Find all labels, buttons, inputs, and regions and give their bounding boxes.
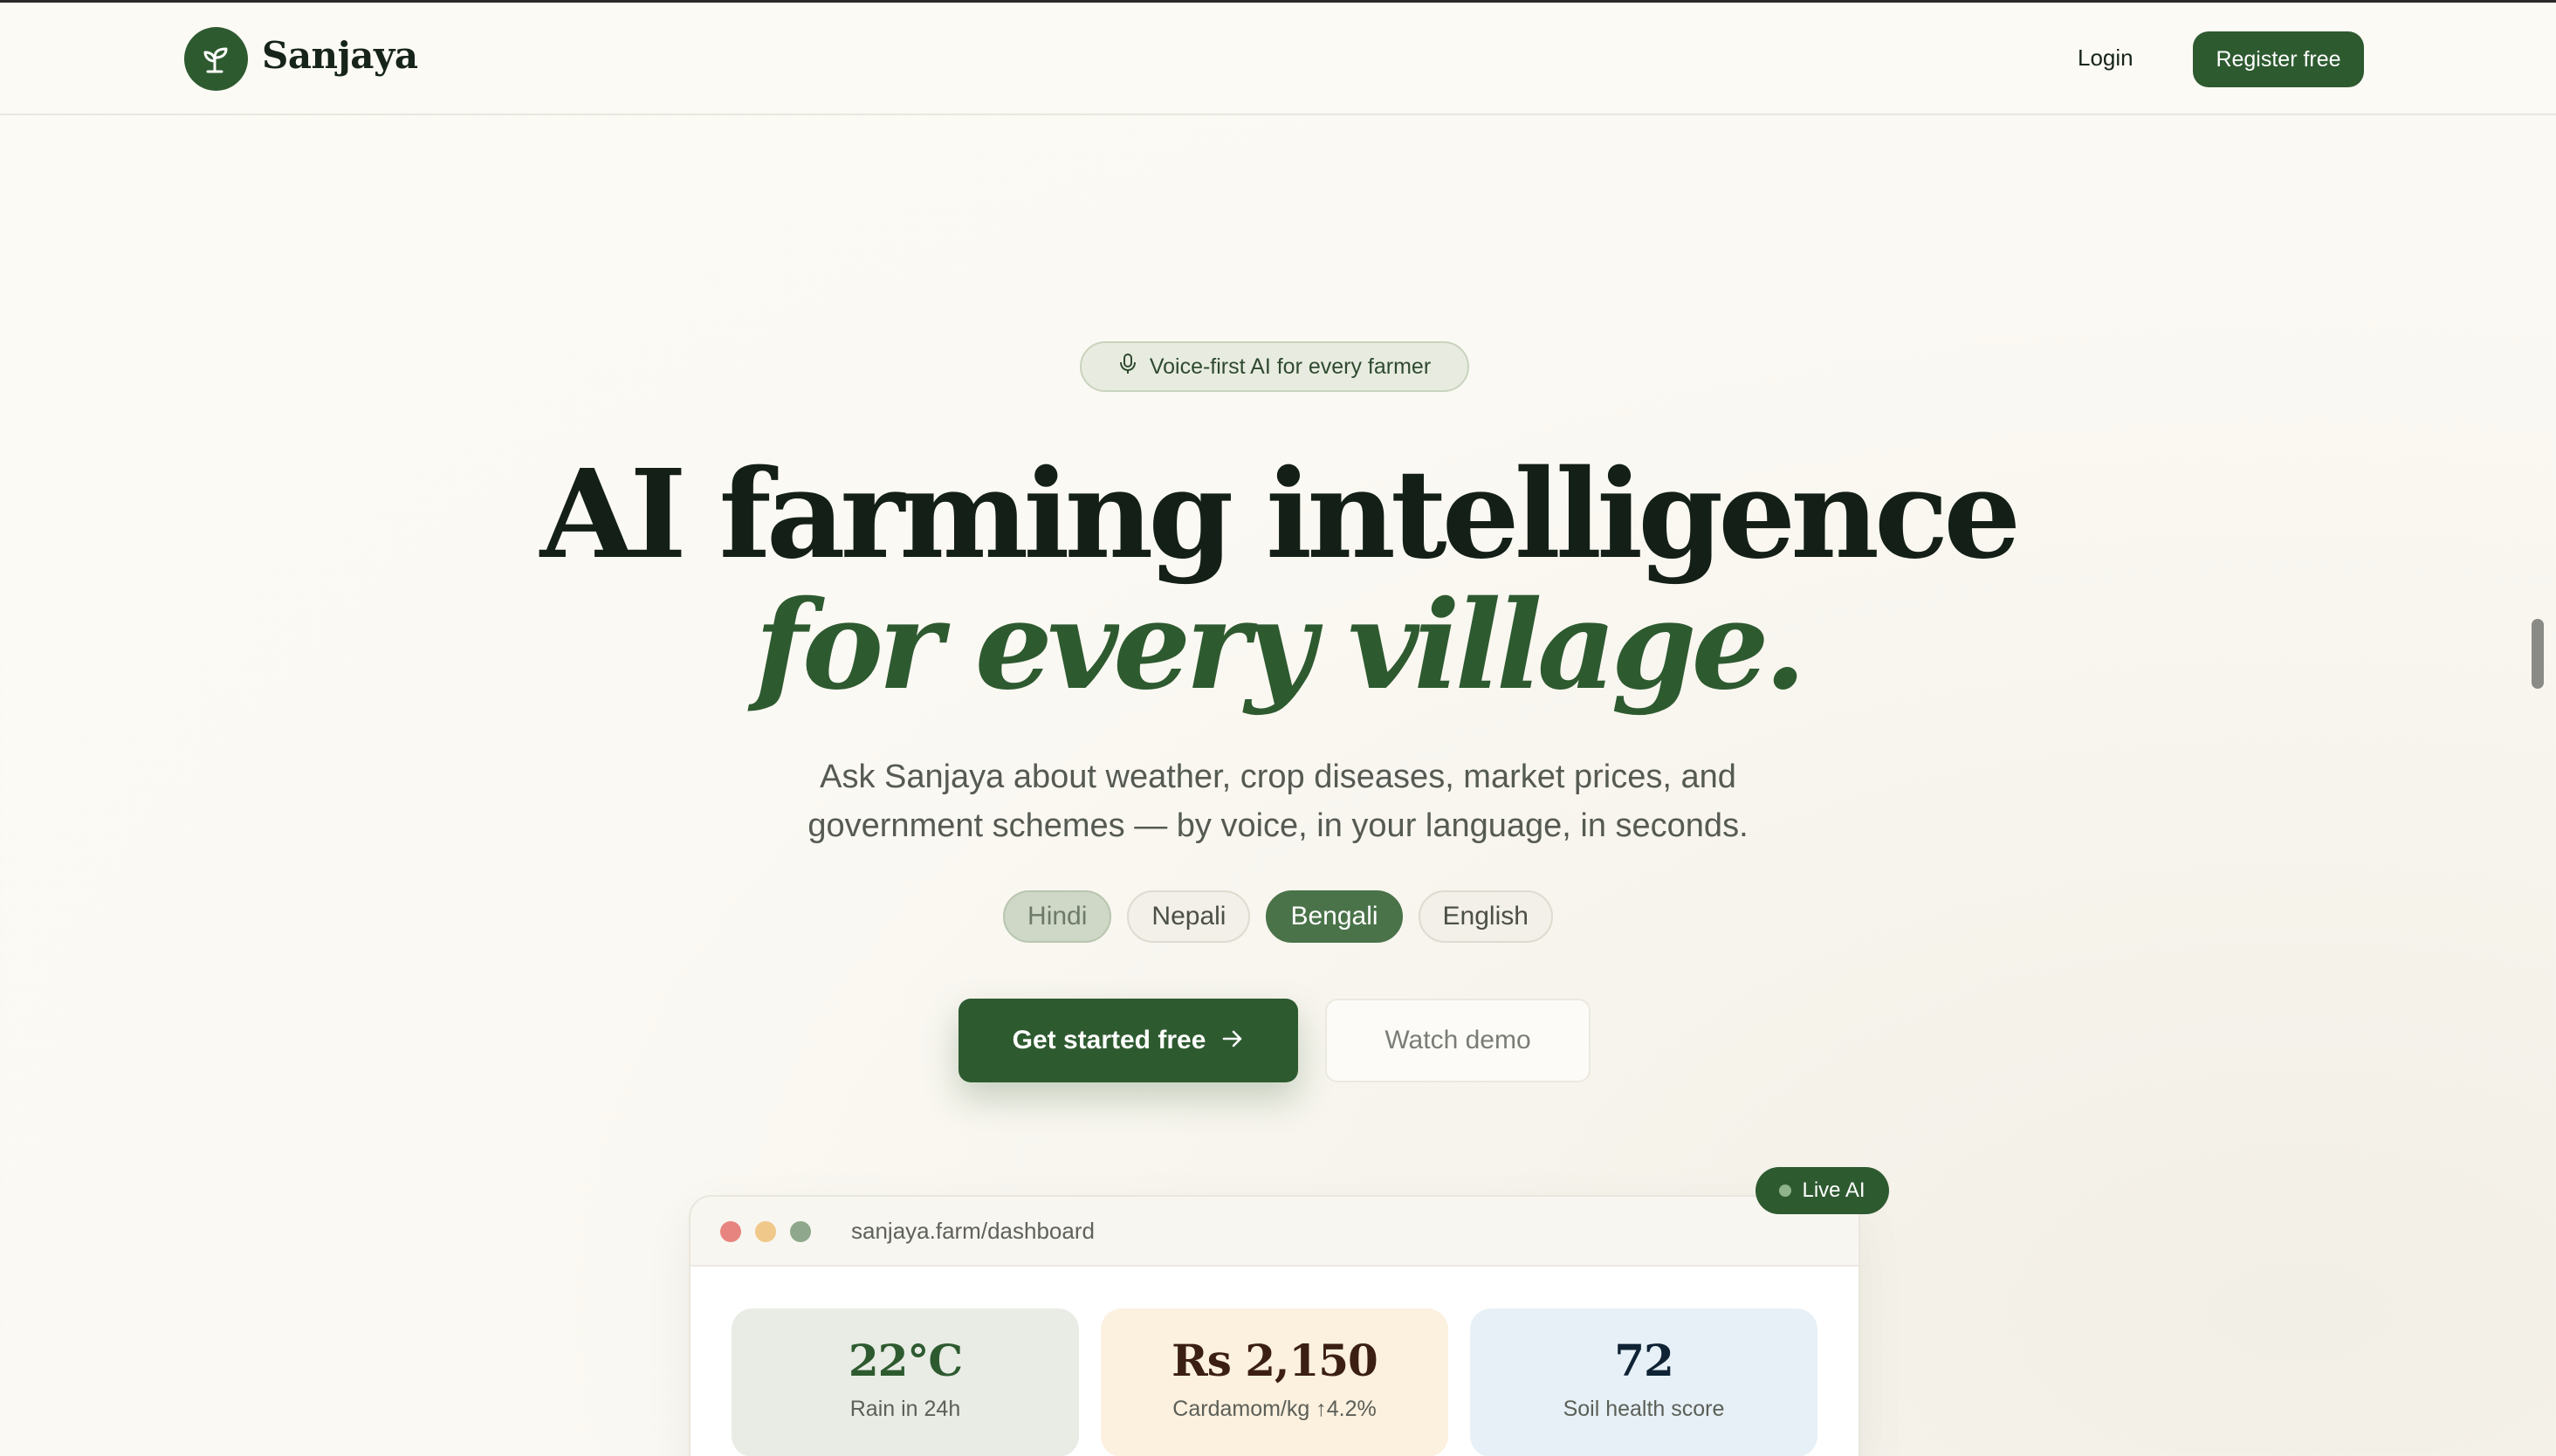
hero-subtitle-line1: Ask Sanjaya about weather, crop diseases… (820, 759, 1736, 795)
hero-title-line1: AI farming intelligence (539, 443, 2022, 587)
market-price-card: Rs 2,150 Cardamom/kg ↑4.2% (1101, 1308, 1448, 1456)
soil-health-card: 72 Soil health score (1470, 1308, 1817, 1456)
language-chip-hindi[interactable]: Hindi (1003, 890, 1112, 943)
dashboard-url: sanjaya.farm/dashboard (851, 1218, 1095, 1244)
stat-label: Rain in 24h (849, 1397, 961, 1421)
page-scrollbar[interactable] (2532, 619, 2544, 689)
get-started-button[interactable]: Get started free (958, 999, 1298, 1082)
brand-name[interactable]: Sanjaya (262, 34, 418, 77)
stat-cards: 22°C Rain in 24h Rs 2,150 Cardamom/kg ↑4… (732, 1308, 1817, 1456)
stat-label: Soil health score (1563, 1397, 1725, 1421)
voice-first-badge: Voice-first AI for every farmer (1080, 341, 1469, 392)
weather-card: 22°C Rain in 24h (732, 1308, 1079, 1456)
site-header: Sanjaya Login Register free (0, 3, 2556, 115)
language-chip-bengali[interactable]: Bengali (1266, 890, 1403, 943)
close-dot-icon (720, 1221, 741, 1242)
minimize-dot-icon (755, 1221, 776, 1242)
window-titlebar: sanjaya.farm/dashboard (691, 1197, 1859, 1267)
language-selector: Hindi Nepali Bengali English (0, 890, 2556, 943)
hero-subtitle-line2: government schemes — by voice, in your l… (807, 807, 1749, 844)
watch-demo-button[interactable]: Watch demo (1325, 999, 1591, 1082)
microphone-icon (1118, 353, 1137, 381)
live-dot-icon (1779, 1185, 1792, 1197)
sprout-icon[interactable] (184, 27, 248, 91)
stat-value: 22°C (848, 1335, 963, 1386)
language-chip-nepali[interactable]: Nepali (1127, 890, 1251, 943)
stat-label: Cardamom/kg ↑4.2% (1172, 1397, 1377, 1421)
get-started-label: Get started free (1012, 1026, 1206, 1054)
live-ai-label: Live AI (1802, 1178, 1865, 1202)
login-link[interactable]: Login (2078, 45, 2133, 72)
hero-title-line2: for every village. (754, 574, 1807, 718)
stat-value: Rs 2,150 (1172, 1335, 1378, 1386)
dashboard-preview-window: sanjaya.farm/dashboard 22°C Rain in 24h … (689, 1195, 1860, 1456)
arrow-right-icon (1221, 1026, 1244, 1055)
live-ai-badge: Live AI (1756, 1167, 1889, 1214)
badge-text: Voice-first AI for every farmer (1149, 354, 1432, 379)
language-chip-english[interactable]: English (1418, 890, 1553, 943)
register-button[interactable]: Register free (2193, 31, 2364, 87)
maximize-dot-icon (790, 1221, 811, 1242)
stat-value: 72 (1614, 1335, 1674, 1386)
